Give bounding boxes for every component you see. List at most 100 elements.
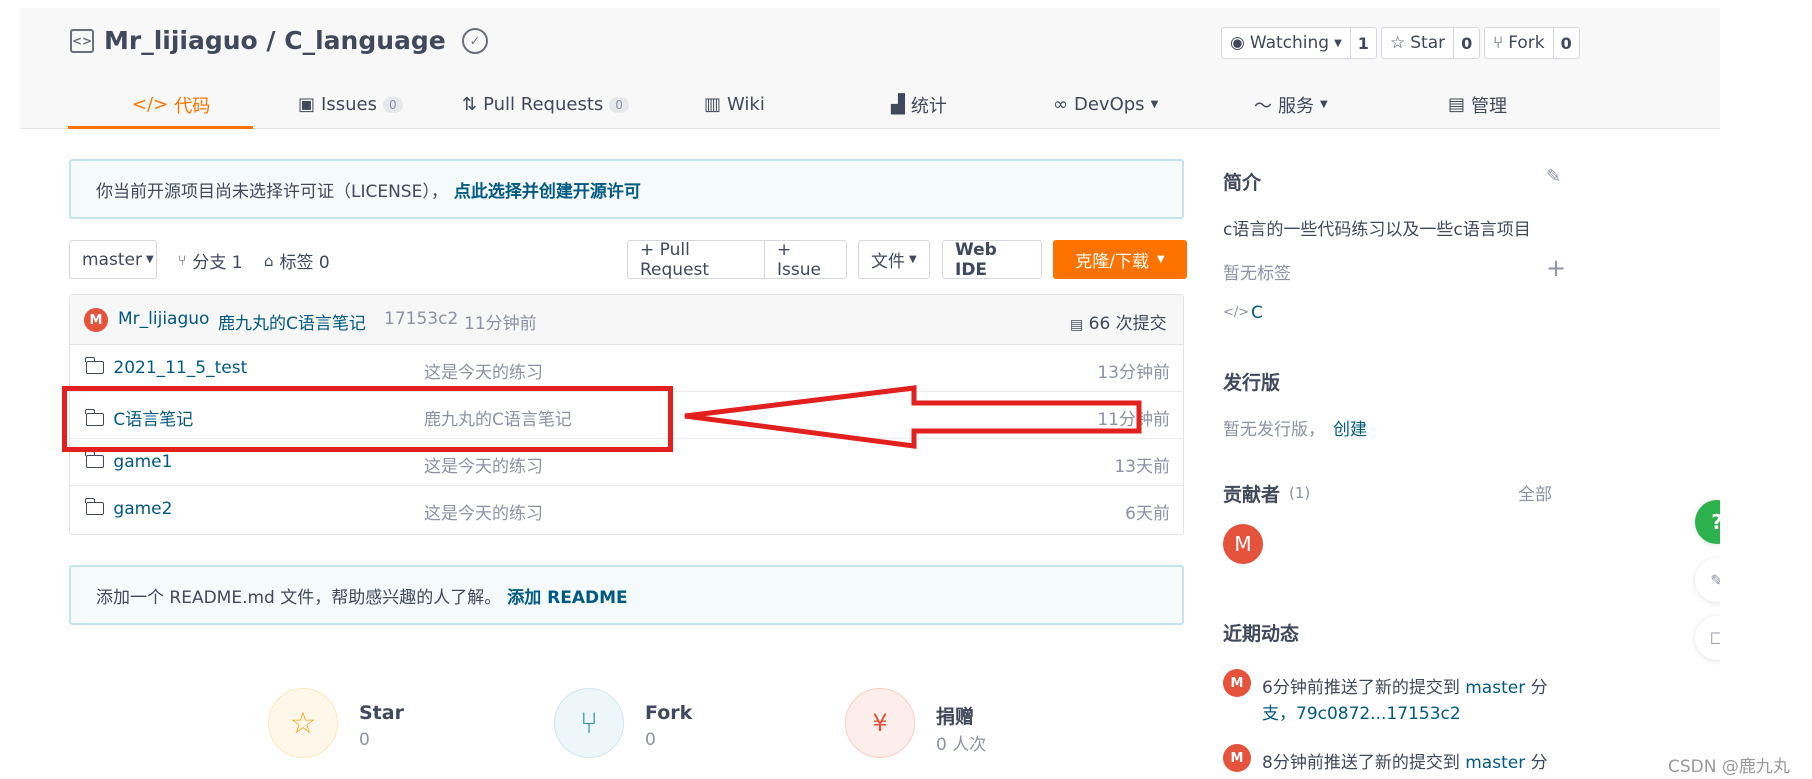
activity-branch-link[interactable]: master: [1465, 753, 1525, 773]
add-readme-link[interactable]: 添加 README: [507, 583, 627, 608]
file-commit-message[interactable]: 这是今天的练习: [424, 499, 543, 524]
tab-manage[interactable]: ▤ 管理: [1448, 80, 1507, 129]
activity-text-end: 分: [1530, 678, 1548, 698]
tab-services[interactable]: 〜 服务 ▼: [1254, 80, 1328, 129]
commit-hash[interactable]: 17153c2: [384, 309, 458, 329]
files-dropdown[interactable]: 文件 ▼: [858, 240, 930, 279]
tab-label: Wiki: [727, 94, 765, 115]
tab-label: 代码: [174, 95, 211, 117]
language-link[interactable]: C: [1251, 303, 1263, 323]
tab-count: 0: [382, 96, 403, 113]
tab-wiki[interactable]: ▥ Wiki: [704, 80, 765, 129]
stat-star-label: Star: [359, 702, 404, 724]
tags-link[interactable]: ⌂ 标签 0: [264, 248, 330, 274]
watch-button-group[interactable]: ◉ Watching ▼ 1: [1221, 27, 1377, 59]
activity-item: 6分钟前推送了新的提交到 master 分: [1262, 673, 1548, 698]
new-pull-request-button[interactable]: + Pull Request: [627, 239, 765, 280]
create-release-link[interactable]: 创建: [1333, 415, 1367, 440]
file-name-link[interactable]: game2: [85, 498, 173, 519]
watch-label: Watching: [1249, 33, 1330, 53]
activity-text: 6分钟前推送了新的提交到: [1262, 678, 1460, 698]
branch-select[interactable]: master ▼: [69, 240, 157, 279]
tab-stats[interactable]: ▟ 统计: [891, 80, 947, 129]
caret-down-icon: ▼: [1334, 37, 1342, 49]
fork-button[interactable]: ⑂ Fork: [1485, 28, 1554, 58]
license-notice: 你当前开源项目尚未选择许可证（LICENSE）， 点此选择并创建开源许可: [69, 159, 1184, 219]
eye-icon: ◉: [1230, 33, 1245, 53]
code-icon: </>: [1223, 305, 1250, 320]
fork-button-group[interactable]: ⑂ Fork 0: [1484, 27, 1580, 59]
fork-icon[interactable]: ⑂: [554, 688, 624, 758]
watch-count[interactable]: 1: [1351, 28, 1376, 58]
new-pull-request-label: + Pull Request: [640, 239, 710, 280]
caret-down-icon: ▼: [1320, 99, 1328, 110]
file-name-link[interactable]: game1: [85, 451, 172, 472]
issue-icon: ▣: [298, 94, 316, 115]
contributors-count: (1): [1289, 484, 1311, 502]
tab-code[interactable]: </> 代码: [132, 80, 210, 129]
activity-branch-link[interactable]: master: [1465, 678, 1525, 698]
intro-text: c语言的一些代码练习以及一些c语言项目: [1223, 220, 1531, 240]
star-count[interactable]: 0: [1454, 28, 1479, 58]
readme-notice-text: 添加一个 README.md 文件，帮助感兴趣的人了解。: [96, 587, 502, 608]
tab-label: 统计: [910, 95, 947, 117]
add-tag-icon[interactable]: +: [1546, 254, 1566, 282]
badge-icon[interactable]: ✓: [461, 27, 488, 54]
create-license-link[interactable]: 点此选择并创建开源许可: [454, 177, 641, 202]
branch-icon: ⑂: [178, 252, 187, 269]
file-name-link[interactable]: 2021_11_5_test: [85, 357, 247, 378]
fork-count[interactable]: 0: [1554, 28, 1579, 58]
file-name: game2: [113, 499, 173, 519]
branches-link[interactable]: ⑂ 分支 1: [178, 248, 243, 274]
repo-name[interactable]: Mr_lijiaguo / C_language: [104, 26, 446, 55]
folder-icon: [85, 451, 104, 468]
repo-code-icon: <>: [70, 28, 94, 53]
fork-icon: ⑂: [1493, 33, 1504, 53]
branch-select-value: master: [82, 249, 142, 270]
star-button[interactable]: ☆ Star: [1382, 28, 1455, 58]
file-commit-message[interactable]: 这是今天的练习: [424, 358, 543, 383]
files-dropdown-label: 文件: [871, 252, 905, 272]
table-row: game2 这是今天的练习 6天前: [70, 486, 1183, 533]
commits-icon: ▤: [1070, 317, 1084, 333]
tab-devops[interactable]: ∞ DevOps ▼: [1053, 80, 1158, 129]
stat-fork-label: Fork: [645, 702, 693, 724]
tab-pull-requests[interactable]: ⇅ Pull Requests 0: [462, 80, 629, 129]
tab-label: DevOps: [1074, 94, 1145, 115]
pull-request-icon: ⇅: [462, 94, 478, 115]
clone-download-label: 克隆/下载: [1075, 252, 1150, 272]
contributor-avatar[interactable]: M: [1223, 524, 1263, 564]
file-commit-message[interactable]: 这是今天的练习: [424, 452, 543, 477]
contributors-all-link[interactable]: 全部: [1518, 480, 1552, 505]
activity-item: 8分钟前推送了新的提交到 master 分: [1262, 748, 1548, 773]
repo-tabs: </> 代码 ▣ Issues 0 ⇅ Pull Requests 0 ▥ Wi…: [68, 80, 1528, 129]
activity-avatar[interactable]: M: [1223, 669, 1251, 697]
edit-icon[interactable]: ✎: [1546, 166, 1561, 187]
activity-text: 8分钟前推送了新的提交到: [1262, 753, 1460, 773]
watch-button[interactable]: ◉ Watching ▼: [1222, 28, 1351, 58]
activity-avatar[interactable]: M: [1223, 744, 1251, 772]
stat-donate-label: 捐赠: [936, 706, 975, 728]
intro-heading: 简介: [1223, 172, 1262, 194]
commit-author[interactable]: Mr_lijiaguo: [118, 309, 209, 329]
stat-fork-value: 0: [645, 730, 656, 750]
commit-message[interactable]: 鹿九丸的C语言笔记: [218, 309, 366, 334]
folder-icon: [85, 498, 104, 515]
tags-label: 标签 0: [279, 253, 330, 273]
donate-icon[interactable]: ¥: [845, 688, 915, 758]
star-icon[interactable]: ☆: [268, 688, 338, 758]
clone-download-button[interactable]: 克隆/下载 ▼: [1053, 240, 1187, 279]
activity-commit-range-link[interactable]: 支，79c0872...17153c2: [1262, 699, 1461, 724]
commit-author-avatar[interactable]: M: [84, 308, 108, 332]
commits-count-link[interactable]: ▤ 66 次提交: [1070, 309, 1167, 334]
tab-issues[interactable]: ▣ Issues 0: [298, 80, 403, 129]
annotation-highlight-box: [62, 386, 673, 452]
tab-label: 管理: [1471, 95, 1508, 117]
tab-label: Pull Requests: [483, 94, 604, 115]
star-button-group[interactable]: ☆ Star 0: [1381, 27, 1481, 59]
new-issue-button[interactable]: + Issue: [764, 239, 847, 280]
new-issue-label: + Issue: [777, 239, 821, 280]
contributors-heading: 贡献者: [1223, 484, 1281, 506]
web-ide-button[interactable]: Web IDE: [942, 240, 1042, 280]
stat-donate-value: 0 人次: [936, 735, 987, 755]
